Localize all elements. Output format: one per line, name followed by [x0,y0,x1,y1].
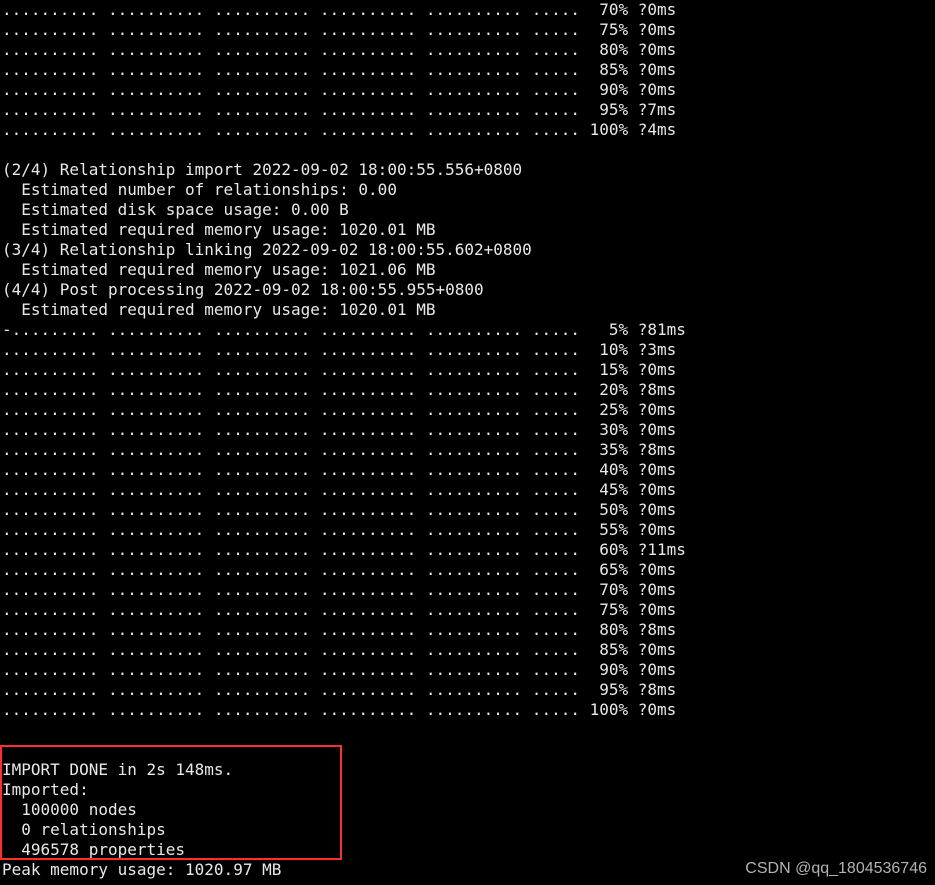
terminal-output: .......... .......... .......... .......… [0,0,935,880]
watermark: CSDN @qq_1804536746 [745,859,927,879]
